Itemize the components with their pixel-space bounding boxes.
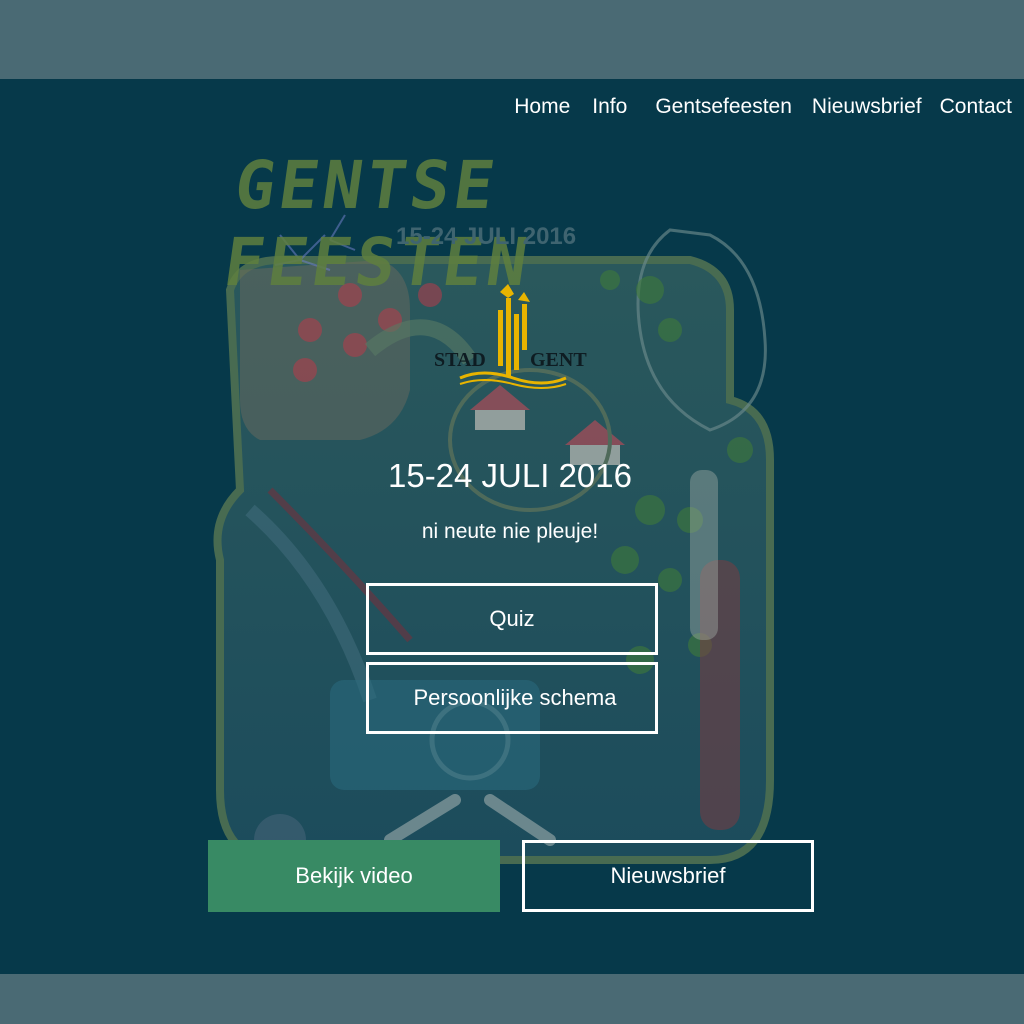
nav-info[interactable]: Info <box>592 95 627 119</box>
nav-contact[interactable]: Contact <box>940 95 1012 119</box>
personal-schedule-button[interactable]: Persoonlijke schema <box>366 662 658 734</box>
hero-headline: 15-24 JULI 2016 <box>387 457 632 494</box>
main-nav: Home Info Gentsefeesten Nieuwsbrief Cont… <box>492 95 1012 119</box>
hero-tagline: ni neute nie pleuje! <box>421 520 599 543</box>
poster-date: 15-24 JULI 2016 <box>396 223 577 250</box>
stad-gent-logo: STAD GENT <box>434 284 587 389</box>
nav-home[interactable]: Home <box>514 95 570 119</box>
quiz-button[interactable]: Quiz <box>366 583 658 655</box>
newsletter-button[interactable]: Nieuwsbrief <box>522 840 814 912</box>
nav-nieuwsbrief[interactable]: Nieuwsbrief <box>812 95 922 119</box>
nav-gentsefeesten[interactable]: Gentsefeesten <box>655 95 792 119</box>
logo-text-gent: GENT <box>530 349 587 371</box>
logo-text-stad: STAD <box>434 349 486 371</box>
watch-video-button[interactable]: Bekijk video <box>208 840 500 912</box>
